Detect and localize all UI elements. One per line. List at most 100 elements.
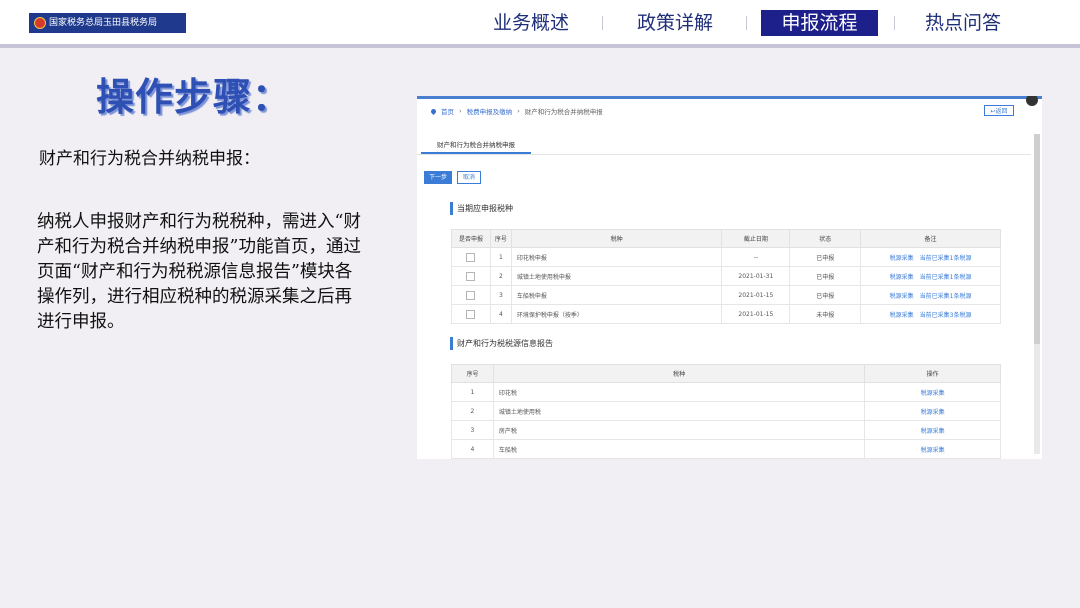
source-collect-link[interactable]: 税源采集 [921,409,945,416]
column-header: 截止日期 [721,229,791,248]
nav-tab-declaration-process[interactable]: 申报流程 [761,10,878,36]
row-number: 1 [451,382,494,402]
source-collect-link[interactable]: 税源采集 [921,447,945,454]
tab-combined-declaration[interactable]: 财产和行为税合并纳税申报 [421,136,531,154]
embedded-screenshot: 首页 › 税费申报及缴纳 › 财产和行为税合并纳税申报 ↩返回 财产和行为税合并… [417,96,1042,459]
deadline: 2021-01-15 [721,304,791,324]
collected-sources-link[interactable]: 当前已采集1条税源 [920,274,972,281]
source-collect-link[interactable]: 税源采集 [890,255,914,262]
declare-checkbox[interactable] [466,290,476,300]
declare-cell [451,247,491,267]
row-number: 4 [489,304,512,324]
tax-bureau-logo: 国家税务总局玉田县税务局 [29,13,186,33]
section-title: 当期应申报税种 [457,204,513,213]
tax-name: 房产税 [492,420,866,440]
scrollbar-thumb[interactable] [1034,134,1040,344]
table-row: 2 城镇土地使用税 税源采集 [451,401,1001,421]
screenshot-tab-row: 财产和行为税合并纳税申报 [417,136,1031,155]
section-header-tax-source-report: 财产和行为税税源信息报告 [450,337,553,350]
section-header-current-taxes: 当期应申报税种 [450,202,513,215]
nav-tab-policy[interactable]: 政策详解 [626,10,724,36]
operation-cell: 税源采集 [864,382,1001,402]
scrollbar[interactable] [1034,134,1040,454]
tax-name: 车船税申报 [510,285,723,305]
row-number: 1 [489,247,512,267]
tax-source-report-table: 序号 税种 操作 1 印花税 税源采集 2 城镇土地使用税 税源采集 3 房产税… [451,364,1001,459]
source-collect-link[interactable]: 税源采集 [890,293,914,300]
note-cell: 税源采集 当前已采集1条税源 [860,285,1001,305]
operation-cell: 税源采集 [864,420,1001,440]
note-cell: 税源采集 当前已采集1条税源 [860,247,1001,267]
nav-tab-overview[interactable]: 业务概述 [482,10,580,36]
tax-name: 城镇土地使用税 [492,401,866,421]
breadcrumb-separator: › [517,107,520,115]
row-number: 4 [451,439,494,459]
collected-sources-link[interactable]: 当前已采集1条税源 [920,293,972,300]
table-header-row: 是否申报 序号 税种 截止日期 状态 备注 [451,229,1001,248]
source-collect-link[interactable]: 税源采集 [890,312,914,319]
section-accent-bar [450,202,453,215]
page-title: 操作步骤： [96,74,292,119]
collected-sources-link[interactable]: 当前已采集3条税源 [920,312,972,319]
location-pin-icon [429,107,438,115]
column-header: 税种 [510,229,723,248]
tax-emblem-icon [34,17,46,29]
column-header: 状态 [789,229,862,248]
breadcrumb-home[interactable]: 首页 [441,106,454,116]
nav-divider [894,16,895,30]
row-number: 2 [489,266,512,286]
row-number: 2 [451,401,494,421]
status: 已申报 [789,247,862,267]
declare-checkbox[interactable] [466,252,476,262]
declare-checkbox[interactable] [466,309,476,319]
collected-sources-link[interactable]: 当前已采集1条税源 [920,255,972,262]
section-accent-bar [450,337,453,350]
note-cell: 税源采集 当前已采集3条税源 [860,304,1001,324]
note-cell: 税源采集 当前已采集1条税源 [860,266,1001,286]
table-row: 1 印花税 税源采集 [451,382,1001,402]
cancel-button[interactable]: 取消 [457,171,482,184]
section-title: 财产和行为税税源信息报告 [457,339,553,348]
column-header: 序号 [451,364,494,383]
close-icon[interactable] [1026,96,1038,106]
table-row: 4 环境保护税申报（按季） 2021-01-15 未申报 税源采集 当前已采集3条… [451,304,1001,324]
column-header: 序号 [489,229,512,248]
operation-cell: 税源采集 [864,401,1001,421]
nav-tab-faq[interactable]: 热点问答 [914,10,1012,36]
row-number: 3 [451,420,494,440]
breadcrumb-current: 财产和行为税合并纳税申报 [524,108,603,116]
status: 已申报 [789,285,862,305]
declare-checkbox[interactable] [466,271,476,281]
declare-cell [451,266,491,286]
table-header-row: 序号 税种 操作 [451,364,1001,383]
source-collect-link[interactable]: 税源采集 [890,274,914,281]
source-collect-link[interactable]: 税源采集 [921,428,945,435]
instruction-paragraph: 纳税人申报财产和行为税税种，需进入“财产和行为税合并纳税申报”功能首页，通过页面… [37,212,361,332]
action-button-row: 下一步 取消 [424,171,482,184]
tax-name: 车船税 [492,439,866,459]
nav-divider [602,16,603,30]
breadcrumb-tax-declaration[interactable]: 税费申报及缴纳 [467,106,513,116]
table-row: 4 车船税 税源采集 [451,439,1001,459]
logo-text: 国家税务总局玉田县税务局 [49,18,158,28]
table-row: 1 印花税申报 -- 已申报 税源采集 当前已采集1条税源 [451,247,1001,267]
tax-name: 印花税申报 [510,247,723,267]
tax-name: 城镇土地使用税申报 [510,266,723,286]
table-row: 3 房产税 税源采集 [451,420,1001,440]
tax-name: 印花税 [492,382,866,402]
deadline: -- [721,247,791,267]
deadline: 2021-01-15 [721,285,791,305]
column-header: 是否申报 [451,229,491,248]
screenshot-top-strip [417,96,1042,99]
table-row: 3 车船税申报 2021-01-15 已申报 税源采集 当前已采集1条税源 [451,285,1001,305]
top-bar-divider [0,44,1080,48]
status: 已申报 [789,266,862,286]
declare-cell [451,285,491,305]
deadline: 2021-01-31 [721,266,791,286]
back-button[interactable]: ↩返回 [984,105,1014,116]
current-taxes-table: 是否申报 序号 税种 截止日期 状态 备注 1 印花税申报 -- 已申报 税源采… [451,229,1001,324]
row-number: 3 [489,285,512,305]
source-collect-link[interactable]: 税源采集 [921,390,945,397]
next-step-button[interactable]: 下一步 [424,171,453,184]
back-button-label: 返回 [995,108,1008,115]
